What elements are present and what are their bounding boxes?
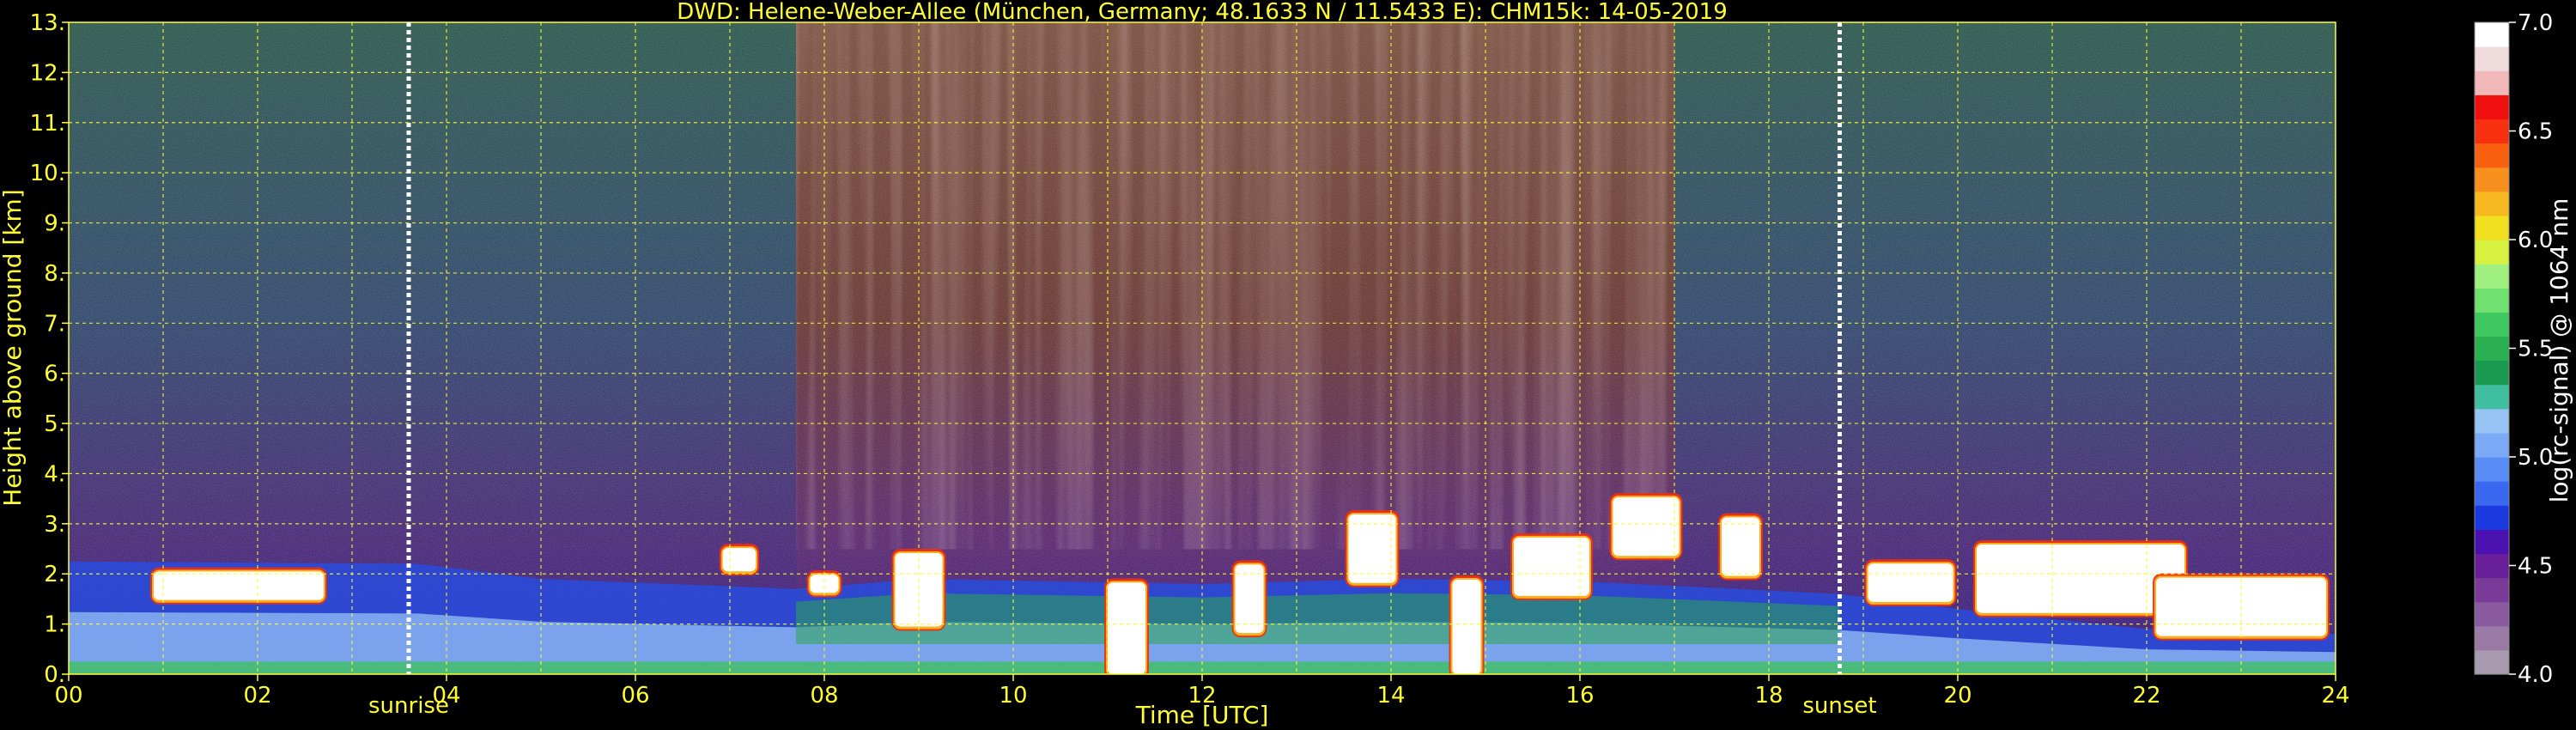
y-tick-label: 7. <box>44 311 65 337</box>
colorbar-swatch <box>2475 94 2509 120</box>
cloud <box>1514 537 1589 596</box>
colorbar-swatch <box>2475 264 2509 289</box>
x-tick-label: 06 <box>621 683 649 709</box>
colorbar-tick-label: 6.5 <box>2518 119 2553 145</box>
y-tick-label: 0. <box>44 662 65 688</box>
cloud <box>1452 579 1481 674</box>
colorbar-swatch <box>2475 336 2509 362</box>
cloud <box>154 571 324 600</box>
y-axis-label: Height above ground [km] <box>0 189 27 507</box>
x-tick-label: 10 <box>999 683 1027 709</box>
colorbar-swatch <box>2475 288 2509 313</box>
x-tick-label: 22 <box>2132 683 2160 709</box>
colorbar-swatch <box>2475 432 2509 458</box>
cloud <box>1108 582 1145 674</box>
colorbar-swatch <box>2475 649 2509 675</box>
colorbar-swatch <box>2475 191 2509 216</box>
colorbar-swatch <box>2475 625 2509 651</box>
x-tick-label: 16 <box>1565 683 1594 709</box>
colorbar-swatch <box>2475 529 2509 555</box>
y-tick-label: 9. <box>44 211 65 237</box>
colorbar-swatch <box>2475 577 2509 603</box>
colorbar-swatch <box>2475 457 2509 482</box>
y-tick-label: 1. <box>44 612 65 638</box>
y-tick-label: 5. <box>44 411 65 437</box>
colorbar-swatch <box>2475 408 2509 434</box>
colorbar-tick-label: 4.5 <box>2518 554 2553 580</box>
cloud <box>810 575 839 593</box>
y-tick-label: 6. <box>44 362 65 387</box>
y-tick-label: 10. <box>30 161 65 186</box>
colorbar-swatch <box>2475 119 2509 144</box>
colorbar-swatch <box>2475 384 2509 410</box>
cloud <box>722 548 756 572</box>
ceilometer-chart: DWD: Helene-Weber-Allee (München, German… <box>0 0 2573 729</box>
colorbar-swatch <box>2475 481 2509 506</box>
colorbar-tick-label: 4.0 <box>2518 662 2553 688</box>
colorbar-swatch <box>2475 601 2509 627</box>
y-tick-label: 8. <box>44 261 65 287</box>
cloud <box>1868 563 1953 602</box>
colorbar-tick-label: 7.0 <box>2518 10 2553 36</box>
x-tick-label: 02 <box>243 683 271 709</box>
y-tick-label: 12. <box>30 60 65 86</box>
y-axis-ticks: 0. 1. 2. 3. 4. 5. 6. 7. 8. 9. 10. 11. 12. 13. <box>30 10 69 688</box>
colorbar-swatch <box>2475 22 2509 47</box>
y-tick-label: 3. <box>44 512 65 538</box>
colorbar-swatch <box>2475 360 2509 386</box>
aerosol-layer <box>796 593 1840 644</box>
x-tick-label: 04 <box>432 683 460 709</box>
colorbar <box>2474 21 2510 675</box>
colorbar-swatch <box>2475 553 2509 579</box>
x-tick-label: 08 <box>810 683 838 709</box>
colorbar-swatch <box>2475 312 2509 338</box>
colorbar-swatch <box>2475 505 2509 530</box>
cloud <box>1613 497 1680 557</box>
cloud <box>1722 517 1759 576</box>
colorbar-swatch <box>2475 215 2509 240</box>
colorbar-label: log(rc-signal) @ 1064 nm <box>2545 198 2573 503</box>
colorbar-swatch <box>2475 70 2509 95</box>
x-tick-label: 18 <box>1754 683 1783 709</box>
x-tick-label: 24 <box>2321 683 2349 709</box>
cloud <box>1348 514 1396 583</box>
chart-title: DWD: Helene-Weber-Allee (München, German… <box>677 0 1728 25</box>
colorbar-swatch <box>2475 46 2509 71</box>
colorbar-swatch <box>2475 143 2509 168</box>
colorbar-swatch <box>2475 240 2509 265</box>
y-tick-label: 4. <box>44 461 65 487</box>
y-tick-label: 13. <box>30 10 65 36</box>
y-tick-label: 11. <box>30 111 65 137</box>
cloud <box>1235 564 1264 634</box>
x-axis-label: Time [UTC] <box>1135 701 1269 729</box>
y-tick-label: 2. <box>44 562 65 587</box>
colorbar-swatch <box>2475 167 2509 192</box>
sunset-label: sunset <box>1802 693 1876 719</box>
x-tick-label: 20 <box>1943 683 1971 709</box>
x-tick-label: 14 <box>1376 683 1405 709</box>
